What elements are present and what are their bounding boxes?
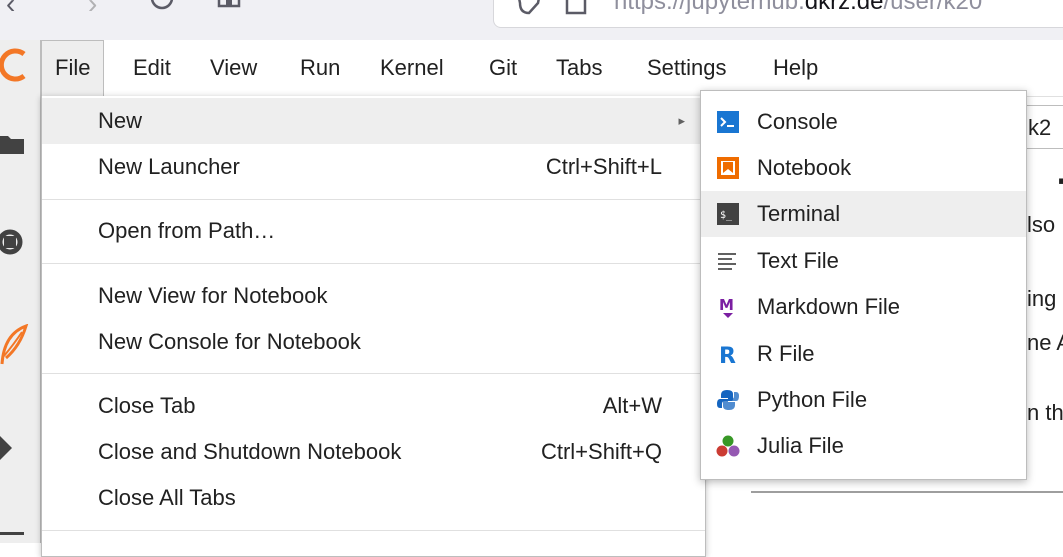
doc-text-fragment: lso [1027, 212, 1056, 237]
file-menu-close-tab[interactable]: Close Tab Alt+W [42, 383, 705, 429]
shortcut-label: Ctrl+Shift+Q [540, 439, 662, 464]
submenu-label: Text File [757, 248, 839, 273]
new-julia-file-item[interactable]: Julia File [701, 423, 1026, 469]
python-icon [717, 390, 739, 410]
file-menu-close-shutdown[interactable]: Close and Shutdown Notebook Ctrl+Shift+Q [42, 429, 705, 475]
doc-divider [751, 491, 1063, 493]
submenu-label: Notebook [757, 155, 852, 180]
text-file-icon [718, 253, 736, 270]
menu-separator [42, 263, 705, 264]
folder-icon[interactable] [0, 132, 26, 156]
submenu-arrow-icon: ▸ [678, 113, 685, 128]
svg-text:R: R [719, 344, 736, 366]
file-menu-close-all[interactable]: Close All Tabs [42, 475, 705, 521]
menu-file[interactable]: File [41, 40, 105, 97]
svg-text:$_: $_ [720, 210, 733, 221]
file-menu-new-label: New [98, 108, 143, 133]
reload-icon[interactable] [146, 0, 178, 14]
file-menu-close-shutdown-label: Close and Shutdown Notebook [98, 439, 402, 464]
menu-separator [42, 199, 705, 200]
menu-settings[interactable]: Settings [634, 40, 740, 96]
svg-text:M: M [719, 296, 734, 314]
file-menu: New ▸ New Launcher Ctrl+Shift+L Open fro… [41, 96, 706, 557]
forward-arrow-icon[interactable]: › [88, 0, 97, 20]
running-kernels-icon[interactable] [0, 228, 30, 256]
file-menu-new-launcher-label: New Launcher [98, 154, 240, 179]
new-text-file-item[interactable]: Text File [701, 238, 1026, 284]
julia-icon [716, 435, 740, 457]
menu-edit[interactable]: Edit [120, 40, 184, 96]
jupyter-logo-icon[interactable] [0, 48, 30, 82]
new-python-file-item[interactable]: Python File [701, 377, 1026, 423]
file-menu-new-console[interactable]: New Console for Notebook [42, 319, 705, 365]
doc-text-fragment: ing [1027, 286, 1057, 311]
sidebar-tab-indicator [0, 532, 24, 535]
url-text: https://jupyterhub.dkrz.de/user/k20 [614, 0, 983, 15]
file-menu-close-tab-label: Close Tab [98, 393, 196, 418]
shortcut-label: Alt+W [602, 393, 662, 418]
feather-extension-icon[interactable] [0, 324, 30, 368]
menu-help[interactable]: Help [760, 40, 831, 96]
file-menu-open-from-path-label: Open from Path… [98, 218, 276, 243]
back-arrow-icon[interactable]: ‹ [6, 0, 15, 20]
browser-toolbar: ‹ › https://jupyterhub.dkrz.de/user/k20 [0, 0, 1063, 40]
file-menu-new-view-label: New View for Notebook [98, 283, 328, 308]
left-sidebar [0, 40, 41, 543]
file-menu-new[interactable]: New ▸ [42, 98, 705, 144]
home-icon[interactable] [214, 0, 244, 14]
new-submenu: Console Notebook $_ Terminal Text File M… [700, 90, 1027, 480]
notebook-icon [717, 157, 739, 179]
menu-run[interactable]: Run [287, 40, 353, 96]
file-menu-close-all-label: Close All Tabs [98, 485, 236, 510]
doc-text-fragment: ne A [1027, 330, 1063, 355]
toolbar-fragment: ▪ [1058, 168, 1063, 193]
file-menu-new-console-label: New Console for Notebook [98, 329, 361, 354]
menu-view[interactable]: View [197, 40, 270, 96]
new-markdown-item[interactable]: M Markdown File [701, 284, 1026, 330]
new-r-file-item[interactable]: R R File [701, 331, 1026, 377]
r-file-icon: R [719, 344, 736, 366]
submenu-label: R File [757, 341, 815, 366]
address-bar[interactable]: https://jupyterhub.dkrz.de/user/k20 [493, 0, 1063, 28]
new-notebook-item[interactable]: Notebook [701, 145, 1026, 191]
submenu-label: Markdown File [757, 294, 901, 319]
menu-kernel[interactable]: Kernel [367, 40, 457, 96]
console-icon [717, 111, 739, 133]
file-menu-new-view[interactable]: New View for Notebook [42, 273, 705, 319]
menu-git[interactable]: Git [476, 40, 530, 96]
menu-separator [42, 530, 705, 531]
submenu-label: Python File [757, 387, 868, 412]
menu-tabs[interactable]: Tabs [543, 40, 615, 96]
menu-separator [42, 373, 705, 374]
new-terminal-item[interactable]: $_ Terminal [701, 191, 1026, 237]
shield-icon[interactable] [514, 0, 544, 17]
file-menu-new-launcher[interactable]: New Launcher Ctrl+Shift+L [42, 144, 705, 190]
main-menubar: File Edit View Run Kernel Git Tabs Setti… [41, 40, 1063, 97]
lock-icon[interactable] [564, 0, 590, 17]
submenu-label: Console [757, 109, 838, 134]
git-icon[interactable] [0, 432, 30, 468]
terminal-icon: $_ [717, 203, 739, 225]
submenu-label: Julia File [757, 433, 844, 458]
file-menu-open-from-path[interactable]: Open from Path… [42, 208, 705, 254]
shortcut-label: Ctrl+Shift+L [545, 154, 662, 179]
doc-text-fragment: n th [1027, 400, 1063, 425]
submenu-label: Terminal [757, 201, 841, 226]
new-console-item[interactable]: Console [701, 99, 1026, 145]
markdown-icon: M [719, 296, 734, 318]
